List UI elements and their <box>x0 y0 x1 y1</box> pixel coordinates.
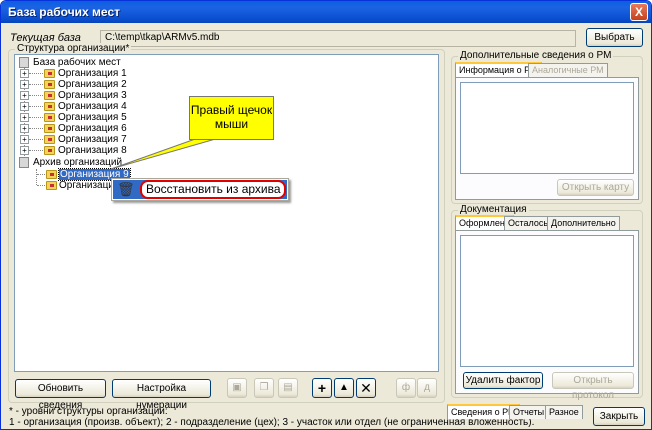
folder-icon <box>44 102 55 111</box>
extra-info-tabpage: Открыть карту <box>455 77 639 200</box>
select-db-button[interactable]: Выбрать <box>586 28 643 47</box>
close-icon[interactable]: X <box>630 3 648 21</box>
numbering-settings-button[interactable]: Настройка нумерации <box>112 379 211 411</box>
callout-line-2: мыши <box>214 117 249 131</box>
folder-icon <box>46 181 57 190</box>
open-protocol-button[interactable]: Открыть протокол <box>552 372 634 401</box>
tab-additional[interactable]: Дополнительно <box>547 216 620 230</box>
tree-item-label: Организация 2 <box>58 79 127 90</box>
footnote-line-1: * - уровни структуры организации: <box>9 406 168 417</box>
menu-item-restore-label: Восстановить из архива <box>140 180 286 199</box>
expand-icon[interactable]: + <box>20 124 29 133</box>
tree-item-label: Организация 8 <box>58 145 127 156</box>
tree-line <box>37 185 45 186</box>
expand-icon[interactable]: + <box>20 91 29 100</box>
f-button[interactable]: ф <box>396 378 416 398</box>
tree-line <box>37 174 45 175</box>
folder-icon <box>44 135 55 144</box>
main-window: База рабочих мест X Текущая база C:\temp… <box>0 0 652 430</box>
tree-line <box>29 84 43 85</box>
current-db-path: C:\temp\tkap\ARMv5.mdb <box>100 30 576 47</box>
structure-group-title: Структура организации* <box>15 43 132 54</box>
folder-icon <box>44 113 55 122</box>
tab-similar-rm[interactable]: Аналогичные РМ <box>528 63 608 77</box>
tab-reports[interactable]: Отчеты <box>509 405 549 419</box>
tree-line <box>29 128 43 129</box>
rm-info-text[interactable] <box>460 82 634 174</box>
folder-icon <box>44 146 55 155</box>
trash-icon: 🗑 <box>117 181 135 197</box>
expand-icon[interactable]: + <box>20 113 29 122</box>
tree-archive-label: Архив организаций <box>33 157 123 168</box>
title-bar[interactable]: База рабочих мест X <box>1 1 651 23</box>
copy-icon[interactable]: ❐ <box>254 378 274 398</box>
move-up-icon[interactable]: ▲ <box>334 378 354 398</box>
context-menu: 🗑 Восстановить из архива <box>111 178 289 201</box>
tree-item-label: Организация 1 <box>58 68 127 79</box>
docs-tabs: Оформлено Осталось Дополнительно <box>455 215 639 230</box>
print-icon[interactable]: ▣ <box>227 378 247 398</box>
database-icon <box>19 157 29 168</box>
tree-line <box>29 73 43 74</box>
bottom-tabs: Сведения о РМ Отчеты Разное <box>447 404 587 419</box>
docs-title: Документация <box>458 204 529 215</box>
tree-line <box>29 150 43 151</box>
tree-item-label: Организация 3 <box>58 90 127 101</box>
expand-icon[interactable]: + <box>20 146 29 155</box>
open-card-button[interactable]: Открыть карту <box>557 179 634 196</box>
tree-line <box>29 95 43 96</box>
menu-item-restore[interactable]: 🗑 Восстановить из архива <box>113 180 287 199</box>
expand-icon[interactable]: + <box>20 102 29 111</box>
update-info-button[interactable]: Обновить сведения <box>15 379 106 411</box>
callout-bubble: Правый щечок мыши <box>189 96 274 140</box>
folder-icon <box>46 170 57 179</box>
add-icon[interactable]: + <box>312 378 332 398</box>
close-button[interactable]: Закрыть <box>593 407 645 426</box>
folder-icon <box>44 124 55 133</box>
extra-info-title: Дополнительные сведения о РМ <box>458 50 614 61</box>
tree-line <box>29 106 43 107</box>
tree-item-label: Организация 4 <box>58 101 127 112</box>
tree-item-label: Организация 7 <box>58 134 127 145</box>
delete-icon[interactable]: ✕ <box>356 378 376 398</box>
tab-remaining[interactable]: Осталось <box>504 216 553 230</box>
callout-line-1: Правый щечок <box>190 103 273 117</box>
docs-tabpage: Удалить фактор Открыть протокол <box>455 230 639 401</box>
folder-icon <box>44 91 55 100</box>
docs-list[interactable] <box>460 235 634 367</box>
folder-icon <box>44 80 55 89</box>
expand-icon[interactable]: + <box>20 80 29 89</box>
expand-icon[interactable]: + <box>20 69 29 78</box>
d-button[interactable]: д <box>417 378 437 398</box>
paste-icon[interactable]: ▤ <box>278 378 298 398</box>
tree-line <box>29 117 43 118</box>
expand-icon[interactable]: + <box>20 135 29 144</box>
database-icon <box>19 57 29 68</box>
tab-misc[interactable]: Разное <box>545 405 583 419</box>
tree-item-label: Организация 6 <box>58 123 127 134</box>
tree-line <box>36 169 37 185</box>
extra-info-tabs: Информация о РМ Аналогичные РМ <box>455 62 639 77</box>
folder-icon <box>44 69 55 78</box>
delete-factor-button[interactable]: Удалить фактор <box>463 372 543 389</box>
tree-root-label: База рабочих мест <box>33 57 121 68</box>
tree-item-label: Организация 5 <box>58 112 127 123</box>
window-title: База рабочих мест <box>8 5 121 19</box>
tree-line <box>29 139 43 140</box>
